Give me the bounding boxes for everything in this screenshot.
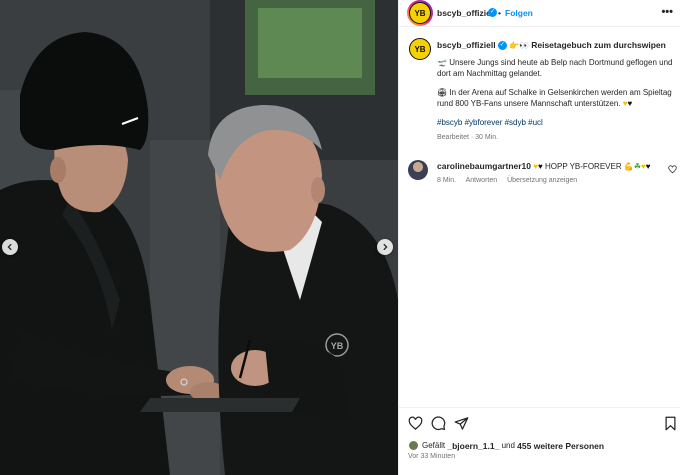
likes-middle: und (501, 441, 515, 450)
comment-body: carolinebaumgartner10 ♥ ♥ HOPP YB-FOREVER… (437, 161, 669, 171)
follow-button[interactable]: Folgen (505, 8, 533, 18)
hand-pointing-icon: 👉 (509, 41, 520, 50)
action-bar: Gefällt _bjoern_1.1_ und 455 weitere Per… (399, 407, 680, 475)
black-heart-icon: ♥ (645, 162, 651, 171)
photo-illustration: YB (0, 0, 398, 475)
comment-icon[interactable] (431, 416, 446, 431)
post-header: YB bscyb_offiziell ✓ • Folgen ••• (399, 0, 680, 27)
caption-paragraph-1: Unsere Jungs sind heute ab Belp nach Dor… (437, 57, 673, 79)
next-slide-button[interactable] (377, 239, 393, 255)
separator-dot: • (498, 8, 501, 18)
post-photo[interactable]: YB (0, 0, 398, 475)
svg-text:YB: YB (331, 341, 344, 351)
header-username[interactable]: bscyb_offiziell (437, 8, 496, 18)
comment-time: 8 Min. (437, 177, 457, 184)
verified-badge-icon: ✓ (488, 8, 497, 17)
caption-title: Reisetagebuch zum durchswipen (531, 40, 666, 50)
likes-others[interactable]: 455 weitere Personen (517, 441, 604, 451)
translate-button[interactable]: Übersetzung anzeigen (507, 177, 577, 184)
edited-meta: Bearbeitet · 30 Min. (437, 134, 499, 141)
more-options-icon[interactable]: ••• (661, 6, 673, 18)
comment-like-icon[interactable] (668, 165, 677, 174)
caption-avatar[interactable]: YB (409, 38, 431, 60)
hashtags[interactable]: #bscyb #ybforever #sdyb #ucl (437, 117, 673, 129)
liker-avatar[interactable] (408, 440, 419, 451)
bookmark-icon[interactable] (664, 416, 677, 431)
share-icon[interactable] (454, 416, 469, 431)
stadium-icon: 🏟 (437, 87, 448, 97)
black-heart-icon: ♥ (538, 162, 543, 171)
comment-meta: 8 Min. Antworten Übersetzung anzeigen (437, 177, 585, 184)
commenter-avatar[interactable] (408, 160, 428, 180)
heart-icon[interactable] (408, 416, 423, 431)
airplane-icon: 🛫 (437, 57, 447, 67)
muscle-icon: 💪 (623, 162, 634, 171)
likes-prefix: Gefällt (422, 441, 446, 450)
comment-item: carolinebaumgartner10 ♥ ♥ HOPP YB-FOREVER… (399, 158, 680, 194)
clover-icon: ☘ (633, 162, 641, 171)
chevron-left-icon (7, 243, 12, 251)
avatar[interactable]: YB (409, 2, 431, 24)
comment-username[interactable]: carolinebaumgartner10 (437, 161, 531, 171)
post-timestamp: Vor 33 Minuten (408, 453, 456, 460)
liker-username[interactable]: _bjoern_1.1_ (447, 441, 499, 451)
verified-badge-icon: ✓ (497, 41, 507, 51)
caption-username[interactable]: bscyb_offiziell (437, 40, 496, 50)
post-caption: bscyb_offiziell ✓ 👉👀 Reisetagebuch zum d… (437, 40, 673, 151)
chevron-right-icon (383, 243, 388, 251)
reply-button[interactable]: Antworten (466, 177, 498, 184)
previous-slide-button[interactable] (2, 239, 18, 255)
eyes-icon: 👀 (519, 41, 529, 50)
post-panel: YB bscyb_offiziell ✓ • Folgen ••• YB bsc… (398, 0, 680, 475)
black-heart-icon: ♥ (627, 99, 633, 108)
comment-text: HOPP YB-FOREVER (544, 162, 622, 171)
likes-summary: Gefällt _bjoern_1.1_ und 455 weitere Per… (408, 440, 604, 451)
caption-paragraph-2: In der Arena auf Schalke in Gelsenkirche… (437, 87, 672, 109)
